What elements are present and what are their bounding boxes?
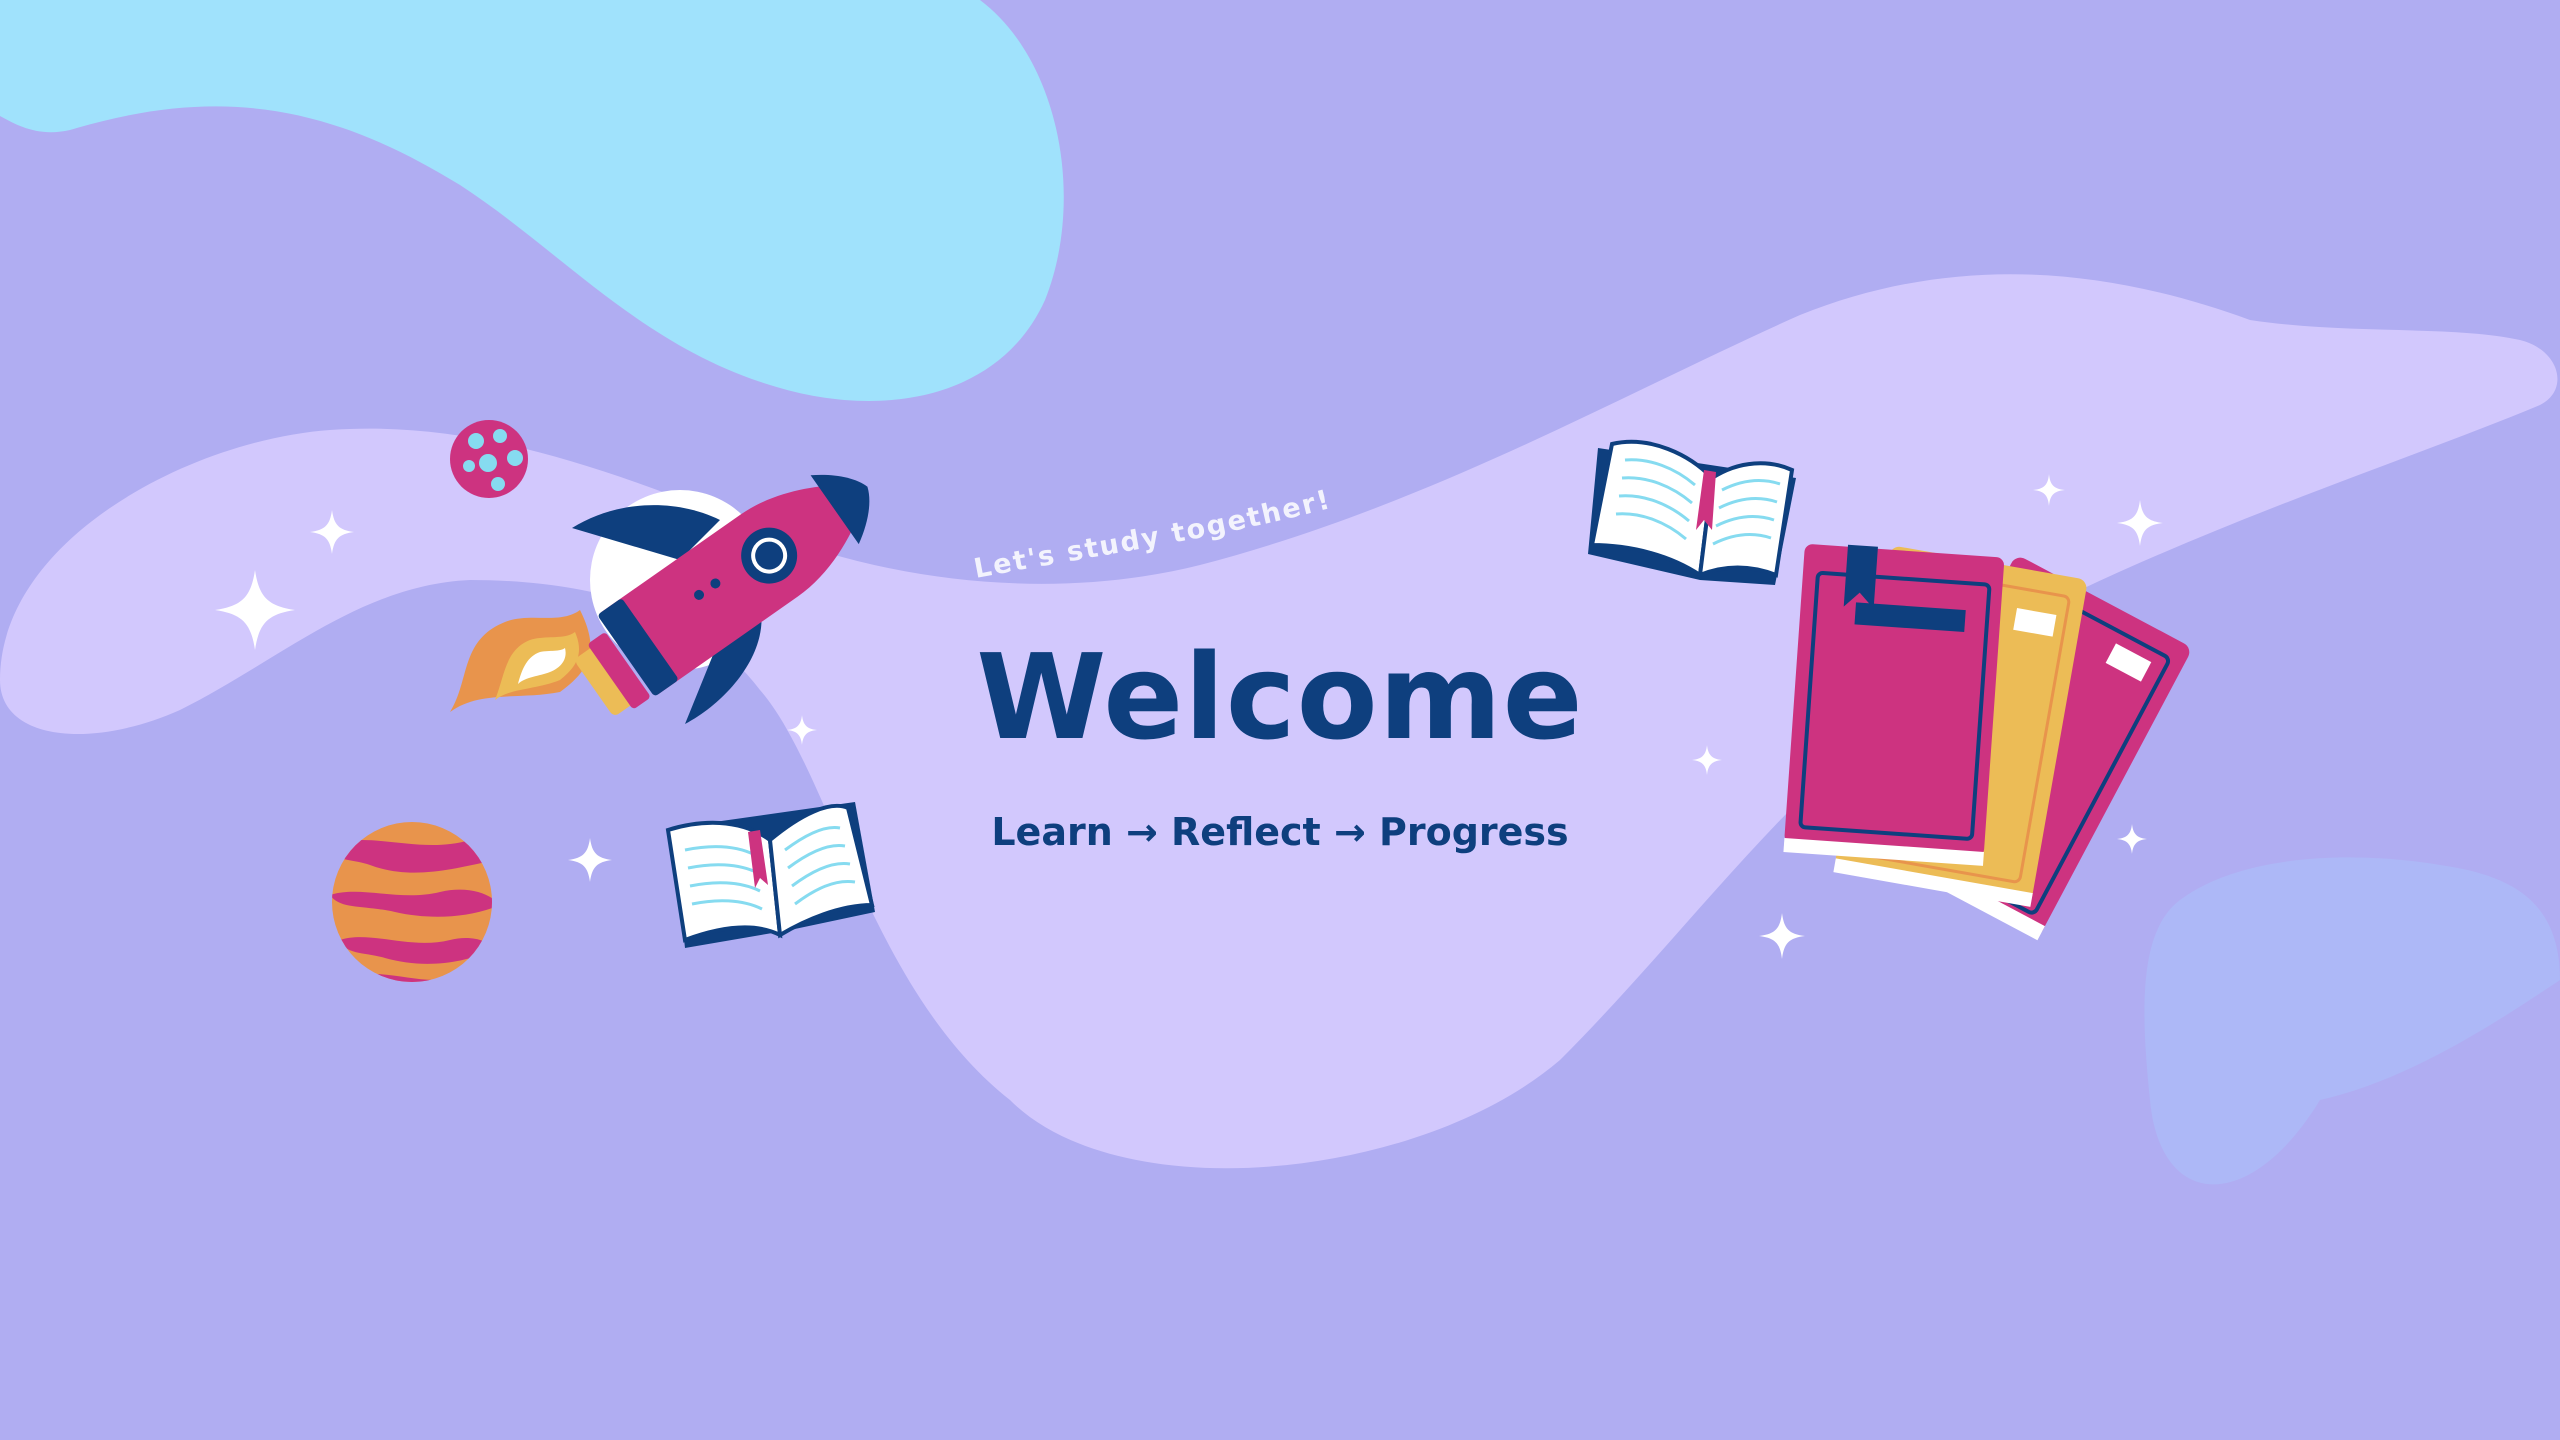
sky-blob (0, 0, 1064, 401)
sparkle-icon (1759, 913, 1805, 959)
book-stack-icon (1783, 544, 2190, 941)
planet-icon (332, 822, 492, 982)
open-book-icon (665, 802, 875, 948)
sparkle-icon (2117, 824, 2147, 854)
sparkle-icon (568, 838, 612, 882)
corner-blob (2144, 857, 2560, 1185)
banner-illustration: Let's study together! (0, 0, 2560, 1185)
moon-icon (450, 420, 528, 498)
